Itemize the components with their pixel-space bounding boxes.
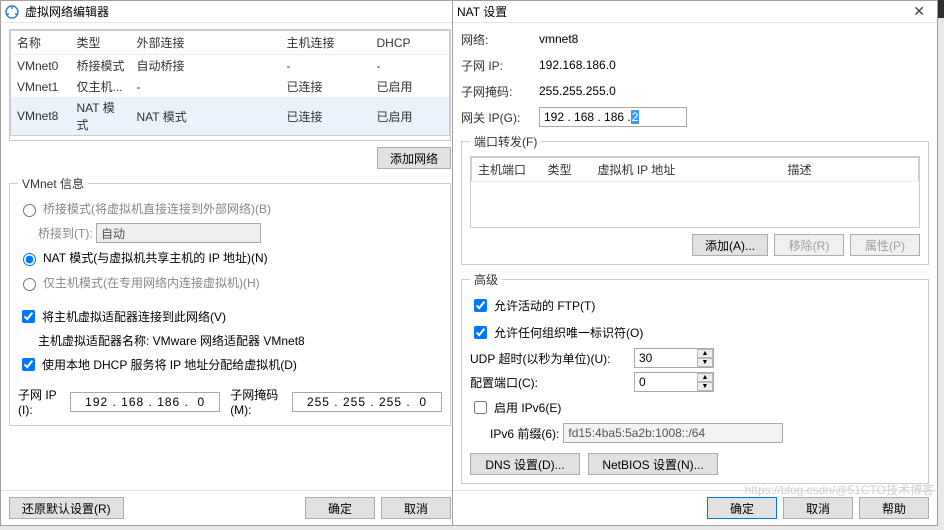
pf-props-button: 属性(P) bbox=[850, 234, 920, 256]
col-host[interactable]: 主机连接 bbox=[281, 31, 371, 55]
bridge-to-label: 桥接到(T): bbox=[38, 227, 93, 241]
chk-use-dhcp[interactable]: 使用本地 DHCP 服务将 IP 地址分配给虚拟机(D) bbox=[18, 355, 442, 374]
opt-hostonly[interactable]: 仅主机模式(在专用网络内连接虚拟机)(H) bbox=[18, 274, 442, 291]
pf-remove-button: 移除(R) bbox=[774, 234, 844, 256]
nat-titlebar[interactable]: NAT 设置 ✕ bbox=[453, 1, 937, 23]
add-network-button[interactable]: 添加网络 bbox=[377, 147, 451, 169]
nat-help-button[interactable]: 帮助 bbox=[859, 497, 929, 519]
bridge-to-field bbox=[96, 223, 261, 243]
advanced-group: 高级 允许活动的 FTP(T) 允许任何组织唯一标识符(O) UDP 超时(以秒… bbox=[461, 271, 929, 484]
net-value: vmnet8 bbox=[539, 32, 578, 46]
table-row[interactable]: VMnet1仅主机...-已连接已启用 bbox=[11, 76, 450, 97]
ok-button[interactable]: 确定 bbox=[305, 497, 375, 519]
udp-timeout-label: UDP 超时(以秒为单位)(U): bbox=[470, 350, 630, 367]
port-forward-legend: 端口转发(F) bbox=[470, 133, 541, 150]
net-label: 网络: bbox=[461, 31, 533, 48]
config-port-label: 配置端口(C): bbox=[470, 374, 630, 391]
nat-ok-button[interactable]: 确定 bbox=[707, 497, 777, 519]
col-type[interactable]: 类型 bbox=[71, 31, 131, 55]
col-type2[interactable]: 类型 bbox=[542, 158, 592, 182]
netbios-settings-button[interactable]: NetBIOS 设置(N)... bbox=[588, 453, 718, 475]
vnet-editor-window: 虚拟网络编辑器 名称 类型 外部连接 主机连接 DHCP VMnet0桥接模式自… bbox=[0, 0, 460, 526]
close-icon[interactable]: ✕ bbox=[905, 3, 933, 20]
col-ext[interactable]: 外部连接 bbox=[131, 31, 281, 55]
opt-bridge[interactable]: 桥接模式(将虚拟机直接连接到外部网络)(B) bbox=[18, 200, 442, 217]
col-hostport[interactable]: 主机端口 bbox=[472, 158, 542, 182]
col-name[interactable]: 名称 bbox=[11, 31, 71, 55]
app-icon bbox=[5, 5, 19, 19]
nat-cancel-button[interactable]: 取消 bbox=[783, 497, 853, 519]
nat-title: NAT 设置 bbox=[457, 3, 905, 20]
chk-enable-ipv6[interactable]: 启用 IPv6(E) bbox=[470, 398, 920, 417]
col-vmip[interactable]: 虚拟机 IP 地址 bbox=[592, 158, 782, 182]
mask-value: 255.255.255.0 bbox=[539, 84, 616, 98]
advanced-legend: 高级 bbox=[470, 271, 502, 288]
col-dhcp[interactable]: DHCP bbox=[371, 31, 450, 55]
subnet-mask-field[interactable] bbox=[292, 392, 442, 412]
vmnet-info-legend: VMnet 信息 bbox=[18, 175, 88, 192]
col-desc[interactable]: 描述 bbox=[782, 158, 919, 182]
ipv6-prefix-label: IPv6 前缀(6): bbox=[490, 425, 559, 442]
subnet-ip-field[interactable] bbox=[70, 392, 220, 412]
port-forward-table[interactable]: 主机端口 类型 虚拟机 IP 地址 描述 bbox=[470, 156, 920, 228]
vnet-title: 虚拟网络编辑器 bbox=[25, 3, 455, 20]
opt-nat[interactable]: NAT 模式(与虚拟机共享主机的 IP 地址)(N) bbox=[18, 249, 442, 266]
chk-any-org[interactable]: 允许任何组织唯一标识符(O) bbox=[470, 323, 920, 342]
gateway-label: 网关 IP(G): bbox=[461, 109, 533, 126]
subnet-ip-label: 子网 IP (I): bbox=[18, 386, 60, 417]
table-row[interactable]: VMnet0桥接模式自动桥接-- bbox=[11, 55, 450, 77]
subnet-label: 子网 IP: bbox=[461, 57, 533, 74]
spin-buttons[interactable]: ▲▼ bbox=[697, 349, 713, 367]
vmnet-info-group: VMnet 信息 桥接模式(将虚拟机直接连接到外部网络)(B) 桥接到(T): … bbox=[9, 175, 451, 426]
dns-settings-button[interactable]: DNS 设置(D)... bbox=[470, 453, 580, 475]
ipv6-prefix-field bbox=[563, 423, 783, 443]
cancel-button[interactable]: 取消 bbox=[381, 497, 451, 519]
vnet-titlebar[interactable]: 虚拟网络编辑器 bbox=[1, 1, 459, 23]
pf-add-button[interactable]: 添加(A)... bbox=[692, 234, 768, 256]
chk-active-ftp[interactable]: 允许活动的 FTP(T) bbox=[470, 296, 920, 315]
adapter-name-label: 主机虚拟适配器名称: VMware 网络适配器 VMnet8 bbox=[38, 332, 442, 349]
chk-connect-adapter[interactable]: 将主机虚拟适配器连接到此网络(V) bbox=[18, 307, 442, 326]
network-table[interactable]: 名称 类型 外部连接 主机连接 DHCP VMnet0桥接模式自动桥接-- VM… bbox=[9, 29, 451, 141]
spin-buttons[interactable]: ▲▼ bbox=[697, 373, 713, 391]
mask-label: 子网掩码: bbox=[461, 83, 533, 100]
subnet-value: 192.168.186.0 bbox=[539, 58, 616, 72]
subnet-mask-label: 子网掩码(M): bbox=[230, 386, 282, 417]
port-forward-group: 端口转发(F) 主机端口 类型 虚拟机 IP 地址 描述 添加(A)... 移除… bbox=[461, 133, 929, 265]
table-row[interactable]: VMnet8NAT 模式NAT 模式已连接已启用 bbox=[11, 97, 450, 136]
nat-settings-window: NAT 设置 ✕ 网络: vmnet8 子网 IP: 192.168.186.0 子… bbox=[452, 0, 938, 526]
gateway-ip-field[interactable]: 192 . 168 . 186 . 2 bbox=[539, 107, 687, 127]
restore-defaults-button[interactable]: 还原默认设置(R) bbox=[9, 497, 124, 519]
